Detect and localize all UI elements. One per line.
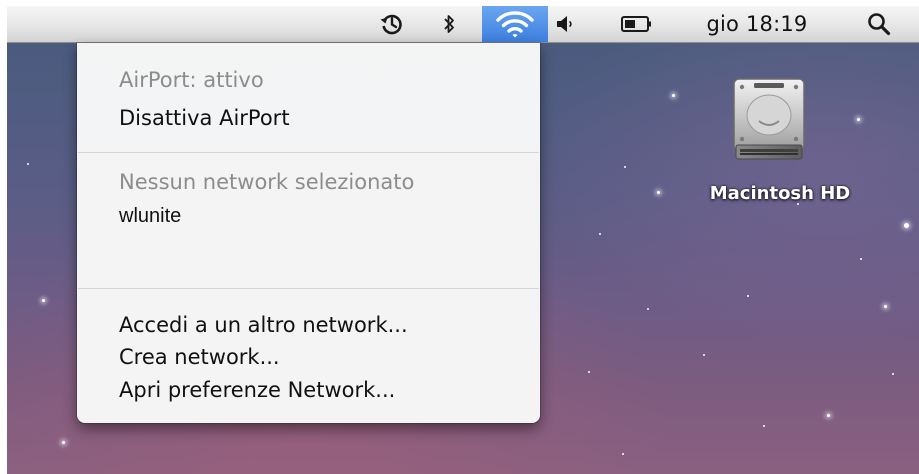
hard-drive-label: Macintosh HD: [709, 183, 851, 204]
star: [42, 299, 45, 302]
star: [599, 233, 601, 235]
magnifying-glass-icon: [868, 13, 891, 36]
battery-icon: [621, 16, 651, 32]
star: [647, 308, 649, 310]
hard-drive-graphic: [733, 78, 805, 160]
wifi-menu[interactable]: [482, 6, 548, 42]
star: [624, 166, 626, 168]
menubar-clock[interactable]: gio 18:19: [683, 6, 831, 42]
star: [622, 453, 624, 455]
star: [27, 163, 29, 165]
airport-status: AirPort: attivo: [119, 68, 264, 92]
star: [857, 118, 860, 121]
time-machine-menu[interactable]: [373, 6, 411, 42]
screen: gio 18:19 AirPort: attivo Disattiva AirP…: [0, 0, 919, 474]
airport-menu: AirPort: attivo Disattiva AirPort Nessun…: [77, 43, 540, 423]
star: [763, 425, 765, 427]
battery-menu[interactable]: [617, 6, 657, 42]
create-network-item[interactable]: Crea network...: [119, 344, 280, 370]
star: [703, 354, 705, 356]
star: [672, 94, 675, 97]
disable-airport-item[interactable]: Disattiva AirPort: [119, 105, 290, 131]
menu-bar: gio 18:19: [7, 6, 919, 43]
time-machine-icon: [380, 14, 402, 35]
star: [884, 305, 887, 308]
star: [747, 295, 749, 297]
speaker-icon: [557, 16, 572, 32]
menu-separator: [78, 152, 539, 153]
star: [892, 373, 894, 375]
star: [657, 191, 660, 194]
volume-menu[interactable]: [552, 6, 578, 42]
wifi-icon: [496, 11, 534, 38]
star: [588, 371, 590, 373]
no-network-selected-label: Nessun network selezionato: [119, 170, 415, 194]
join-other-network-item[interactable]: Accedi a un altro network...: [119, 312, 408, 338]
spotlight-menu[interactable]: [862, 6, 896, 42]
star: [904, 223, 909, 228]
bluetooth-menu[interactable]: [437, 6, 461, 42]
star: [827, 414, 830, 417]
menu-separator: [78, 288, 539, 289]
star: [860, 258, 862, 260]
network-item-wlunite[interactable]: wlunite: [119, 203, 181, 229]
open-network-preferences-item[interactable]: Apri preferenze Network...: [119, 377, 395, 403]
hard-drive-icon[interactable]: [726, 75, 812, 165]
bluetooth-icon: [444, 15, 454, 33]
star: [62, 441, 65, 444]
